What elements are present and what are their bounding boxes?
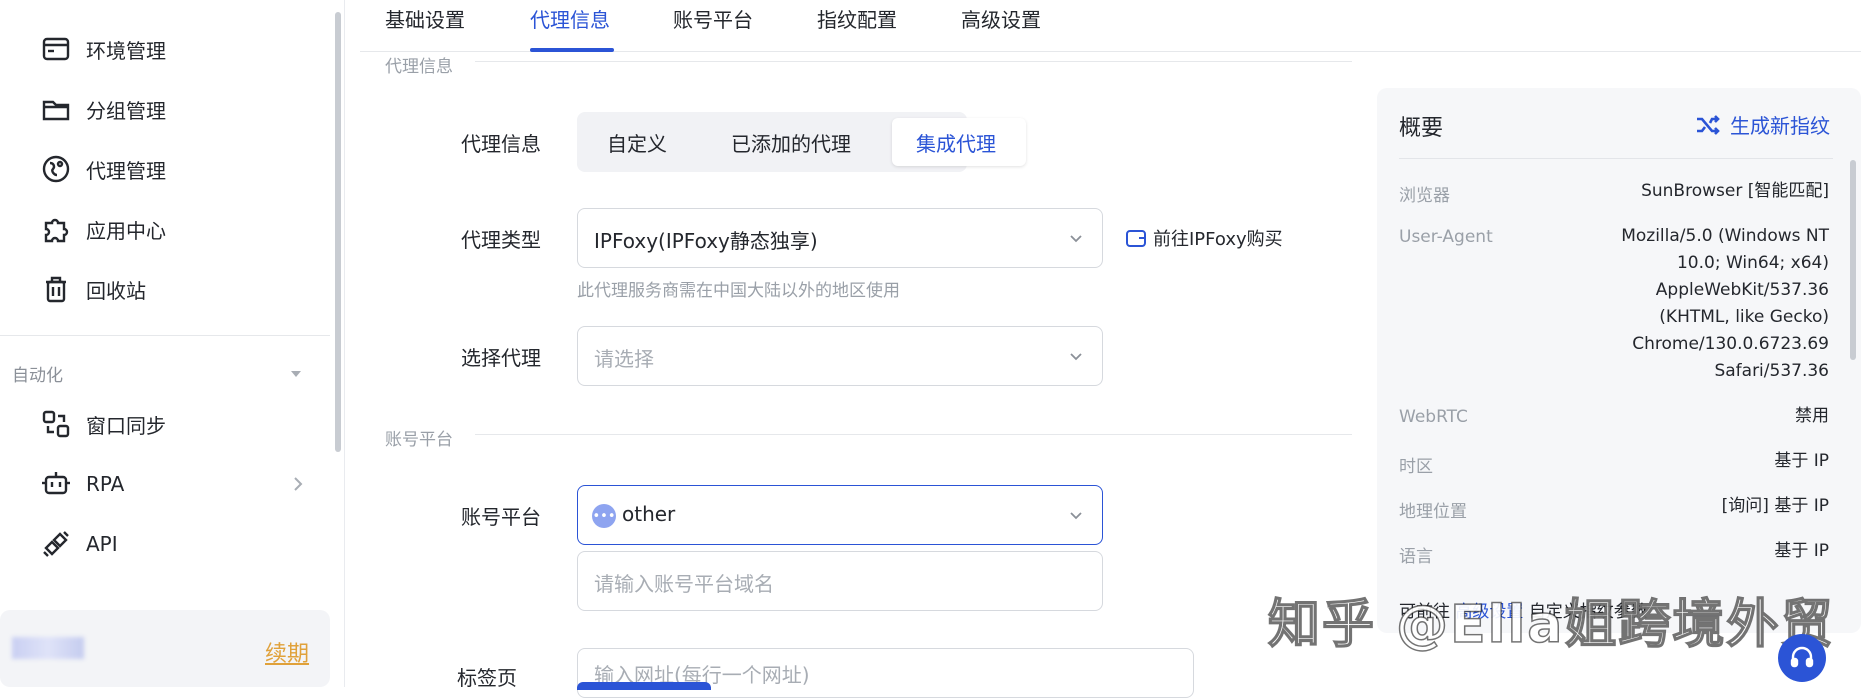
tab-basic-settings[interactable]: 基础设置 (385, 4, 465, 33)
sidebar-item-label: RPA (86, 472, 125, 496)
proxy-type-value: IPFoxy(IPFoxy静态独享) (594, 229, 818, 253)
proxy-globe-icon (38, 151, 74, 187)
user-agent-line: Safari/537.36 (1714, 361, 1829, 381)
generate-fingerprint-label: 生成新指纹 (1730, 114, 1830, 138)
sidebar-item-environment[interactable]: 环境管理 (38, 27, 166, 71)
sidebar-item-label: 应用中心 (86, 218, 166, 243)
browser-window-icon (38, 31, 74, 67)
blurred-account-badge (12, 637, 84, 659)
chevron-down-icon (1070, 353, 1082, 361)
proxy-section-title: 代理信息 (385, 57, 453, 77)
automation-section-header[interactable]: 自动化 (12, 361, 302, 386)
account-platform-value: other (622, 502, 676, 526)
wallet-icon (1126, 230, 1146, 247)
robot-icon (38, 466, 74, 502)
geolocation-key: 地理位置 (1399, 502, 1467, 522)
user-agent-line: Chrome/130.0.6723.69 (1632, 334, 1829, 354)
sidebar-item-label: 窗口同步 (86, 413, 166, 438)
user-agent-key: User-Agent (1399, 227, 1493, 247)
proxy-region-hint: 此代理服务商需在中国大陆以外的地区使用 (577, 281, 900, 301)
section-divider (475, 61, 1352, 62)
sidebar-item-label: 代理管理 (86, 158, 166, 183)
puzzle-icon (38, 211, 74, 247)
overview-title: 概要 (1399, 116, 1444, 141)
trash-icon (38, 271, 74, 307)
buy-ipfoxy-link[interactable]: 前往IPFoxy购买 (1125, 225, 1283, 251)
timezone-key: 时区 (1399, 457, 1433, 477)
tab-bar: 基础设置 代理信息 账号平台 指纹配置 高级设置 (360, 0, 1861, 52)
confirm-button[interactable] (577, 682, 711, 690)
tab-account-platform[interactable]: 账号平台 (673, 4, 753, 33)
chevron-right-icon (294, 477, 303, 491)
proxy-type-select[interactable]: IPFoxy(IPFoxy静态独享) (577, 208, 1103, 268)
platform-domain-placeholder: 请输入账号平台域名 (594, 572, 774, 596)
buy-ipfoxy-label: 前往IPFoxy购买 (1153, 229, 1283, 250)
user-agent-line: AppleWebKit/537.36 (1655, 280, 1829, 300)
user-agent-line: 10.0; Win64; x64) (1676, 253, 1829, 273)
sidebar-item-label: API (86, 532, 118, 556)
account-section-title: 账号平台 (385, 430, 453, 450)
window-sync-icon (38, 406, 74, 442)
shuffle-icon (1697, 114, 1720, 135)
tab-page-urls-input[interactable]: 输入网址(每行一个网址) (577, 648, 1194, 698)
chevron-down-icon (1070, 512, 1082, 520)
proxy-info-label: 代理信息 (461, 132, 541, 156)
customer-support-button[interactable] (1778, 634, 1826, 682)
zhihu-watermark: 知乎 @Ella姐跨境外贸 (1267, 594, 1835, 656)
select-proxy-label: 选择代理 (461, 346, 541, 370)
user-agent-value: Mozilla/5.0 (Windows NT 10.0; Win64; x64… (1621, 223, 1829, 385)
sidebar-item-app-center[interactable]: 应用中心 (38, 207, 166, 251)
tab-advanced[interactable]: 高级设置 (961, 4, 1041, 33)
segment-integrated-proxy[interactable]: 集成代理 (916, 128, 996, 157)
webrtc-key: WebRTC (1399, 407, 1468, 427)
geolocation-value: [询问] 基于 IP (1721, 496, 1829, 516)
sidebar-item-trash[interactable]: 回收站 (38, 267, 146, 311)
proxy-type-label: 代理类型 (461, 228, 541, 252)
sidebar-item-label: 分组管理 (86, 98, 166, 123)
sidebar-item-api[interactable]: API (38, 522, 118, 566)
sidebar-item-rpa[interactable]: RPA (38, 462, 303, 506)
sidebar-divider (0, 335, 330, 336)
sidebar: 环境管理 分组管理 代理管理 应用中心 回收站 自动化 窗口同步 RPA API… (0, 0, 345, 687)
generate-fingerprint-button[interactable]: 生成新指纹 (1694, 110, 1830, 139)
sidebar-item-window-sync[interactable]: 窗口同步 (38, 402, 166, 446)
sidebar-item-proxy[interactable]: 代理管理 (38, 147, 166, 191)
sidebar-item-label: 环境管理 (86, 38, 166, 63)
user-agent-line: Mozilla/5.0 (Windows NT (1621, 226, 1829, 246)
renew-link[interactable]: 续期 (265, 636, 309, 668)
overview-scrollbar[interactable] (1850, 160, 1856, 360)
browser-key: 浏览器 (1399, 186, 1450, 206)
select-proxy-dropdown[interactable]: 请选择 (577, 326, 1103, 386)
language-value: 基于 IP (1774, 541, 1829, 561)
overview-divider (1399, 158, 1833, 159)
sidebar-item-label: 回收站 (86, 278, 146, 303)
headset-icon (1790, 646, 1814, 668)
caret-down-icon (291, 370, 301, 377)
folder-icon (38, 91, 74, 127)
account-platform-label: 账号平台 (461, 505, 541, 529)
more-dots-icon: ••• (592, 504, 616, 528)
tab-proxy-info[interactable]: 代理信息 (530, 4, 610, 33)
timezone-value: 基于 IP (1774, 451, 1829, 471)
account-platform-select[interactable]: ••• other (577, 485, 1103, 545)
active-tab-indicator (530, 48, 614, 52)
browser-value: SunBrowser [智能匹配] (1641, 181, 1829, 201)
sidebar-scrollbar[interactable] (335, 12, 341, 452)
webrtc-value: 禁用 (1795, 406, 1829, 426)
api-plug-icon (38, 526, 74, 562)
user-agent-line: (KHTML, like Gecko) (1659, 307, 1829, 327)
platform-domain-input[interactable]: 请输入账号平台域名 (577, 551, 1103, 611)
sidebar-item-groups[interactable]: 分组管理 (38, 87, 166, 131)
segment-added-proxy[interactable]: 已添加的代理 (731, 128, 851, 157)
chevron-down-icon (1070, 235, 1082, 243)
select-proxy-placeholder: 请选择 (594, 347, 654, 371)
automation-section-label: 自动化 (12, 366, 63, 386)
section-divider (475, 434, 1352, 435)
segment-custom[interactable]: 自定义 (607, 128, 667, 157)
language-key: 语言 (1399, 547, 1433, 567)
tab-fingerprint[interactable]: 指纹配置 (817, 4, 897, 33)
